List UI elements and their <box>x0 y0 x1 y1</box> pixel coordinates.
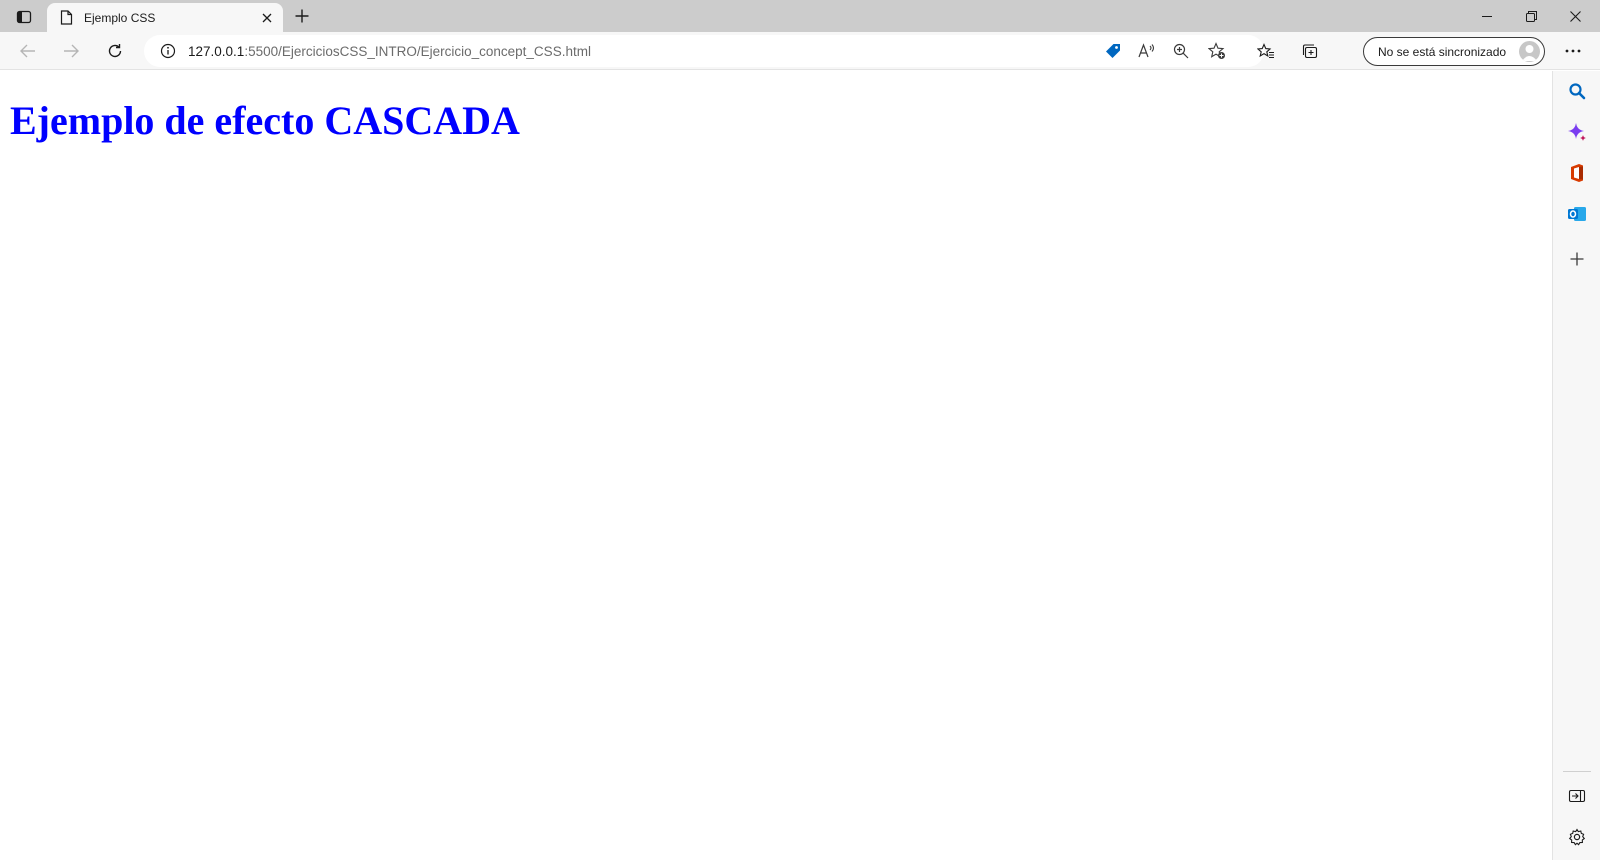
profile-button[interactable]: No se está sincronizado <box>1363 37 1545 66</box>
active-tab[interactable]: Ejemplo CSS <box>47 3 283 32</box>
sidebar-search-button[interactable] <box>1565 79 1589 103</box>
close-icon <box>1569 10 1581 22</box>
shopping-tag-icon <box>1106 44 1120 58</box>
settings-icon <box>1568 828 1586 846</box>
url-path: :5500/EjerciciosCSS_INTRO/Ejercicio_conc… <box>244 43 591 59</box>
shopping-button[interactable] <box>1102 41 1124 61</box>
tab-title: Ejemplo CSS <box>84 10 156 25</box>
tab-actions-icon <box>16 10 32 24</box>
toolbar: 127.0.0.1:5500/EjerciciosCSS_INTRO/Ejerc… <box>0 32 1600 70</box>
sidebar-copilot-button[interactable] <box>1565 120 1589 144</box>
back-arrow-icon <box>20 44 35 58</box>
search-icon <box>1569 83 1586 100</box>
sidebar-hide-button[interactable] <box>1565 784 1589 808</box>
office-icon <box>1571 164 1583 182</box>
settings-and-more-button[interactable] <box>1558 37 1588 65</box>
zoom-in-icon <box>1173 43 1189 59</box>
page-heading: Ejemplo de efecto CASCADA <box>10 98 520 143</box>
collections-button[interactable] <box>1295 37 1325 65</box>
zoom-button[interactable] <box>1170 41 1192 61</box>
edge-sidebar <box>1552 71 1600 860</box>
page-icon <box>58 10 74 26</box>
sync-status-label: No se está sincronizado <box>1378 44 1507 59</box>
forward-arrow-icon <box>64 44 79 58</box>
read-aloud-icon <box>1138 43 1155 58</box>
new-tab-button[interactable] <box>290 5 314 27</box>
sidebar-add-button[interactable] <box>1565 247 1589 271</box>
close-window-button[interactable] <box>1552 0 1598 32</box>
outlook-icon <box>1568 207 1586 221</box>
add-favorite-button[interactable] <box>1206 41 1228 61</box>
collections-icon <box>1302 44 1318 59</box>
refresh-button[interactable] <box>100 37 130 65</box>
more-dots-icon <box>1565 49 1581 53</box>
close-tab-button[interactable] <box>257 8 277 28</box>
favorites-icon <box>1257 43 1274 59</box>
minimize-icon <box>1482 16 1492 17</box>
title-bar: Ejemplo CSS <box>0 0 1600 32</box>
refresh-icon <box>108 44 122 58</box>
read-aloud-button[interactable] <box>1136 41 1158 61</box>
copilot-icon <box>1568 123 1586 141</box>
star-add-icon <box>1208 42 1225 59</box>
tab-actions-button[interactable] <box>10 6 38 28</box>
back-button[interactable] <box>13 37 43 65</box>
add-icon <box>1570 252 1584 266</box>
page-content: Ejemplo de efecto CASCADA <box>0 71 1552 860</box>
address-bar[interactable]: 127.0.0.1:5500/EjerciciosCSS_INTRO/Ejerc… <box>144 35 1264 67</box>
restore-button[interactable] <box>1508 0 1554 32</box>
site-info-button[interactable] <box>158 41 178 61</box>
minimize-button[interactable] <box>1464 0 1510 32</box>
url-text: 127.0.0.1:5500/EjerciciosCSS_INTRO/Ejerc… <box>188 44 591 59</box>
sidebar-outlook-button[interactable] <box>1565 202 1589 226</box>
sidebar-office-button[interactable] <box>1565 161 1589 185</box>
sidebar-settings-button[interactable] <box>1565 825 1589 849</box>
plus-icon <box>295 9 309 23</box>
close-icon <box>262 13 272 22</box>
sidebar-divider <box>1563 771 1591 772</box>
url-host: 127.0.0.1 <box>188 43 245 59</box>
avatar <box>1519 41 1540 62</box>
hide-sidebar-icon <box>1568 789 1586 803</box>
info-icon <box>160 43 176 59</box>
restore-icon <box>1525 10 1537 22</box>
forward-button[interactable] <box>56 37 86 65</box>
favorites-button[interactable] <box>1251 37 1281 65</box>
